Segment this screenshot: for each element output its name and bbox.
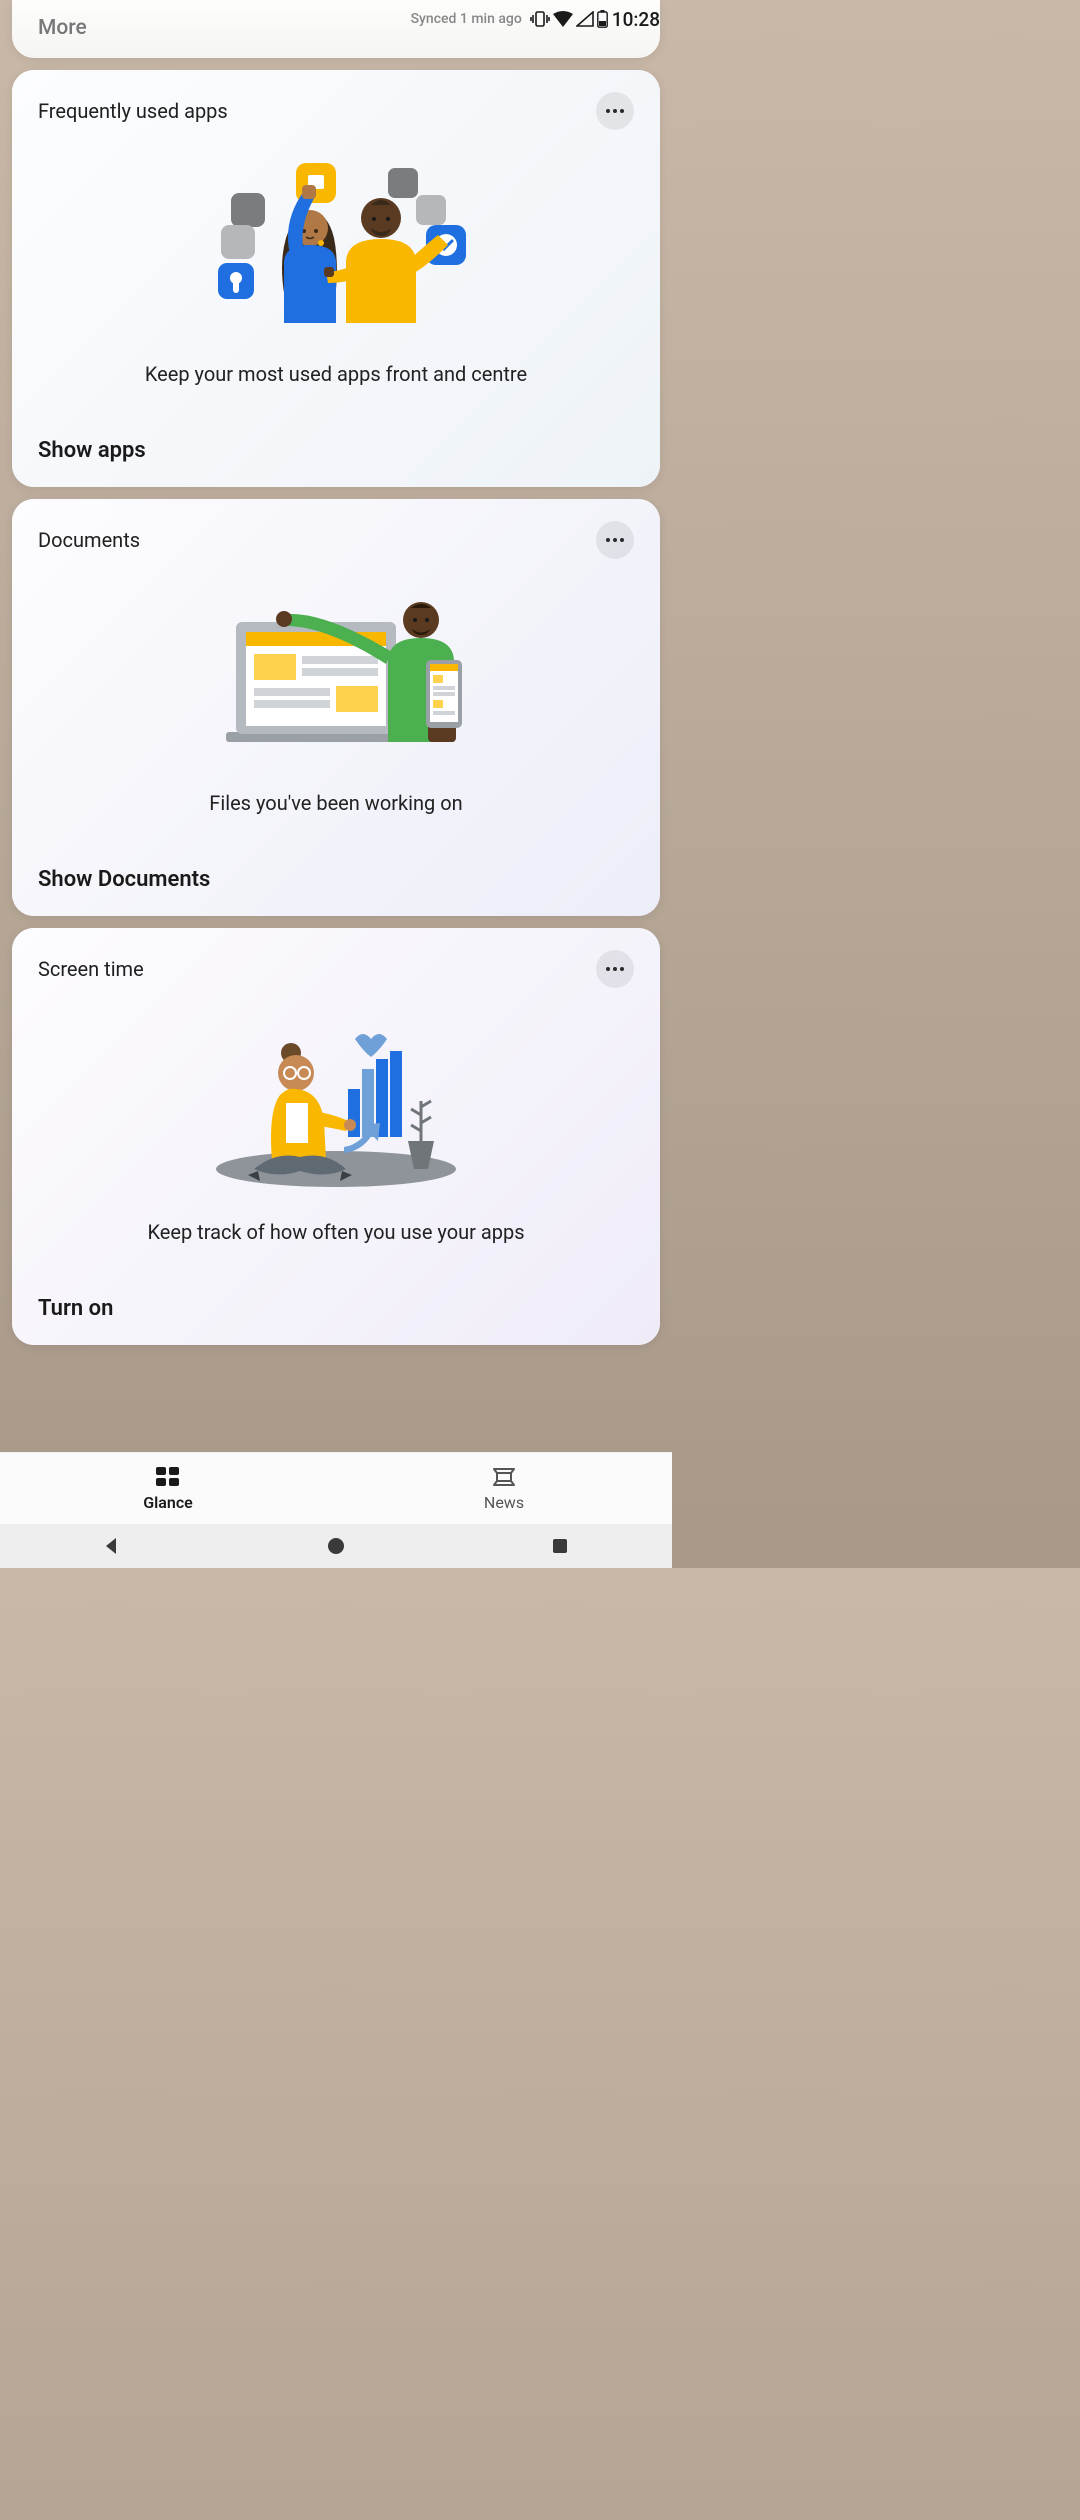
card-menu-button[interactable] bbox=[596, 92, 634, 130]
card-title: Frequently used apps bbox=[38, 99, 228, 123]
tab-news[interactable]: News bbox=[336, 1453, 672, 1524]
wifi-icon bbox=[553, 11, 573, 27]
apps-illustration bbox=[38, 148, 634, 338]
recent-button[interactable] bbox=[548, 1534, 572, 1558]
status-bar: Synced 1 min ago 10:28 bbox=[399, 0, 672, 38]
turn-on-button[interactable]: Turn on bbox=[38, 1296, 634, 1321]
frequently-used-apps-card: Frequently used apps bbox=[12, 70, 660, 487]
documents-illustration bbox=[38, 577, 634, 767]
screen-time-illustration bbox=[38, 1006, 634, 1196]
tab-glance[interactable]: Glance bbox=[0, 1453, 336, 1524]
vibrate-icon bbox=[530, 10, 550, 28]
glance-icon bbox=[154, 1465, 182, 1489]
system-nav-bar bbox=[0, 1524, 672, 1568]
show-documents-button[interactable]: Show Documents bbox=[38, 867, 634, 892]
status-time: 10:28 bbox=[612, 8, 660, 31]
home-button[interactable] bbox=[324, 1534, 348, 1558]
card-menu-button[interactable] bbox=[596, 950, 634, 988]
sync-status-text: Synced 1 min ago bbox=[411, 11, 522, 27]
card-title: Screen time bbox=[38, 957, 144, 981]
tab-label: News bbox=[484, 1493, 524, 1512]
card-description: Files you've been working on bbox=[38, 791, 634, 815]
tab-label: Glance bbox=[143, 1493, 193, 1512]
card-title: Documents bbox=[38, 528, 140, 552]
screen-time-card: Screen time bbox=[12, 928, 660, 1345]
signal-icon bbox=[576, 11, 594, 27]
battery-icon bbox=[597, 10, 608, 28]
bottom-tabs: Glance News bbox=[0, 1452, 672, 1524]
feed-scroll[interactable]: More Synced 1 min ago 10:28 Frequently u… bbox=[0, 0, 672, 1490]
card-menu-button[interactable] bbox=[596, 521, 634, 559]
card-description: Keep track of how often you use your app… bbox=[38, 1220, 634, 1244]
back-button[interactable] bbox=[100, 1534, 124, 1558]
card-description: Keep your most used apps front and centr… bbox=[38, 362, 634, 386]
documents-card: Documents bbox=[12, 499, 660, 916]
news-icon bbox=[490, 1465, 518, 1489]
show-apps-button[interactable]: Show apps bbox=[38, 438, 634, 463]
